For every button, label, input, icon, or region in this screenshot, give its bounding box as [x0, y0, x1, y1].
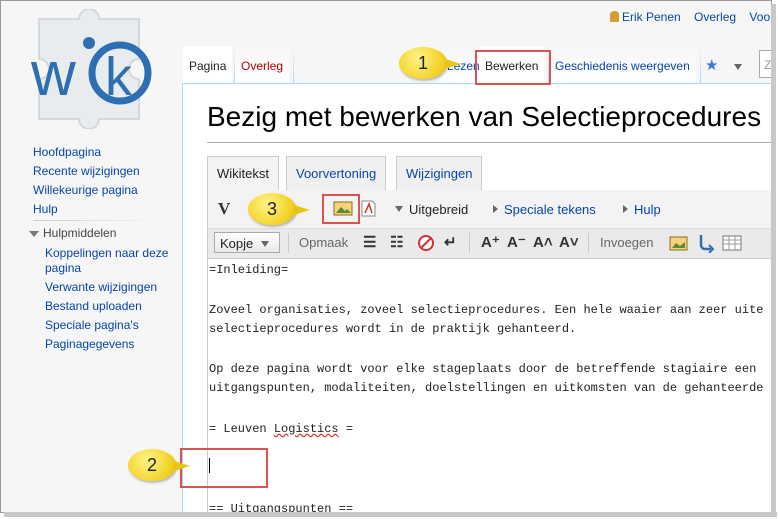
sidebar-navigation: Hoofdpagina Recente wijzigingen Willekeu… — [33, 143, 178, 219]
chevron-down-icon — [395, 206, 403, 212]
sidebar-item-what-links-here[interactable]: Koppelingen naar deze pagina — [45, 246, 185, 276]
tab-history[interactable]: Geschiedenis weergeven — [549, 46, 696, 83]
tab-separator — [293, 46, 294, 83]
sidebar-item-help[interactable]: Hulp — [33, 200, 178, 219]
tab-wikitext[interactable]: Wikitekst — [207, 156, 279, 191]
tools-heading[interactable]: Hulpmiddelen — [29, 226, 116, 240]
toolbar-divider — [288, 233, 289, 253]
more-actions-dropdown[interactable] — [734, 61, 748, 75]
window-shadow — [771, 4, 776, 515]
special-characters-label: Speciale tekens — [504, 202, 596, 217]
heading-select-value: Kopje — [220, 236, 254, 251]
toolbar-divider — [588, 233, 589, 253]
special-characters-toggle[interactable]: Speciale tekens — [493, 202, 596, 217]
page-title: Bezig met bewerken van Selectieprocedure… — [207, 101, 762, 132]
editor-heading-line: = Leuven Logistics = — [209, 422, 353, 436]
callout-2: 2 — [128, 449, 190, 481]
nowiki-icon[interactable] — [417, 234, 435, 252]
subscript-icon[interactable]: A˅ — [559, 234, 579, 252]
editor-heading-prefix: = Leuven — [209, 422, 274, 436]
help-toggle[interactable]: Hulp — [623, 202, 661, 217]
chevron-right-icon — [493, 205, 498, 213]
misspelled-word: Logistics — [273, 422, 339, 436]
table-icon[interactable] — [722, 234, 742, 252]
image-button-highlight — [322, 194, 360, 224]
chevron-down-icon — [261, 241, 269, 247]
sidebar-item-special-pages[interactable]: Speciale pagina's — [45, 318, 185, 333]
chevron-down-icon — [734, 64, 742, 70]
sidebar-item-page-info[interactable]: Paginagegevens — [45, 337, 185, 352]
title-divider — [207, 142, 771, 143]
format-group-label: Opmaak — [299, 235, 349, 250]
window: w k Erik Penen Overleg Voor Hoofdpagina … — [0, 0, 772, 513]
user-link[interactable]: Erik Penen — [610, 10, 681, 24]
redirect-icon[interactable] — [697, 233, 715, 253]
editor-line: Zoveel organisaties, zoveel selectieproc… — [209, 303, 764, 317]
insertion-point-highlight — [180, 448, 268, 488]
reference-icon[interactable] — [359, 199, 377, 217]
toolbar-divider — [469, 233, 470, 253]
edit-tab-highlight — [475, 50, 551, 85]
editor-line: =Inleiding= — [209, 263, 289, 277]
advanced-label: Uitgebreid — [409, 202, 469, 217]
wiki-logo[interactable]: w k — [19, 9, 159, 129]
sidebar-item-upload-file[interactable]: Bestand uploaden — [45, 299, 185, 314]
editor-line: selectieprocedures wordt in de praktijk … — [209, 322, 577, 336]
sidebar-tools: Koppelingen naar deze pagina Verwante wi… — [45, 246, 185, 356]
sidebar-item-main-page[interactable]: Hoofdpagina — [33, 143, 178, 162]
sidebar-divider — [33, 220, 161, 221]
sidebar-item-related-changes[interactable]: Verwante wijzigingen — [45, 280, 185, 295]
tab-separator — [700, 46, 701, 83]
collapse-triangle-icon — [29, 230, 39, 237]
tab-talk[interactable]: Overleg — [235, 46, 290, 83]
small-text-icon[interactable]: A⁻ — [507, 234, 526, 252]
tab-changes[interactable]: Wijzigingen — [396, 156, 483, 191]
bullet-list-icon[interactable]: ☰ — [363, 234, 376, 252]
callout-1: 1 — [399, 47, 461, 79]
sidebar-item-recent-changes[interactable]: Recente wijzigingen — [33, 162, 178, 181]
newline-icon[interactable]: ↵ — [444, 234, 457, 252]
window-shadow — [4, 512, 777, 517]
tools-heading-label: Hulpmiddelen — [43, 226, 117, 240]
help-label: Hulp — [634, 202, 661, 217]
svg-text:k: k — [105, 47, 133, 107]
sidebar-item-random-page[interactable]: Willekeurige pagina — [33, 181, 178, 200]
svg-text:w: w — [30, 40, 76, 109]
chevron-right-icon — [623, 205, 628, 213]
tab-preview[interactable]: Voorvertoning — [286, 156, 387, 191]
gallery-icon[interactable] — [669, 234, 689, 252]
bold-icon[interactable]: V — [218, 199, 230, 219]
callout-3: 3 — [248, 193, 310, 225]
numbered-list-icon[interactable]: ☷ — [390, 234, 403, 252]
advanced-toggle[interactable]: Uitgebreid — [395, 202, 468, 217]
editor-line: uitgangspunten, modaliteiten, doelstelli… — [209, 381, 764, 395]
big-text-icon[interactable]: A⁺ — [481, 234, 500, 252]
heading-select[interactable]: Kopje — [214, 232, 280, 253]
user-icon — [610, 11, 619, 22]
editor-line: Op deze pagina wordt voor elke stageplaa… — [209, 362, 757, 376]
superscript-icon[interactable]: A˄ — [533, 234, 553, 252]
preferences-link[interactable]: Voor — [749, 10, 771, 24]
insert-group-label: Invoegen — [600, 235, 654, 250]
star-icon[interactable]: ★ — [705, 56, 718, 74]
personal-tools: Erik Penen Overleg Voor — [610, 10, 771, 24]
tab-page[interactable]: Pagina — [183, 46, 233, 83]
editor-heading-suffix: = — [338, 422, 354, 436]
user-talk-link[interactable]: Overleg — [694, 10, 736, 24]
